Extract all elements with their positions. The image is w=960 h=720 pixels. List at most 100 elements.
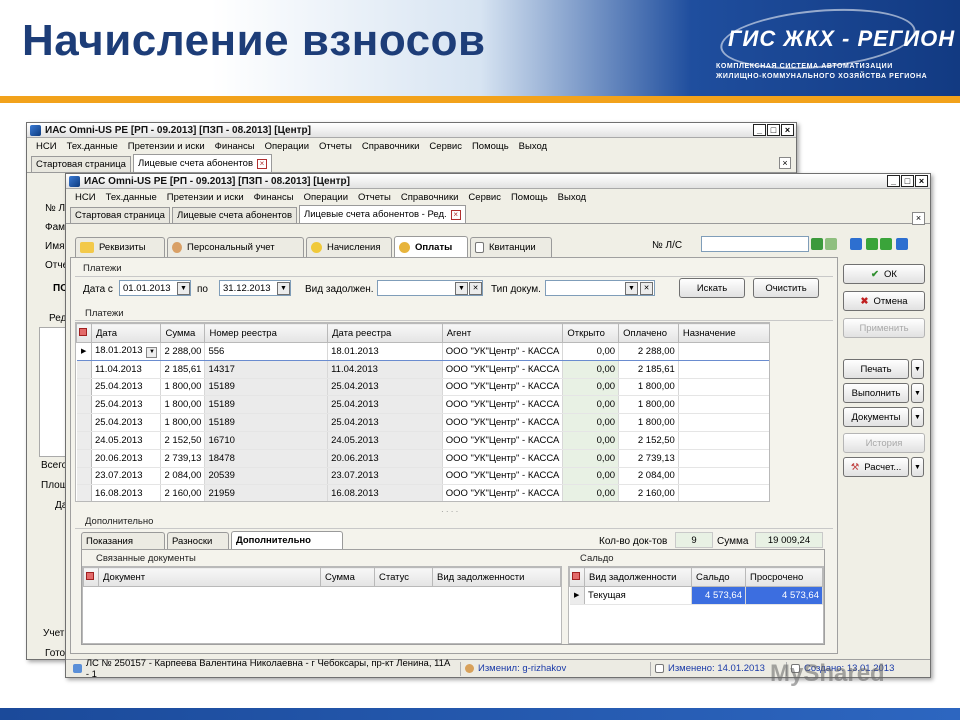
close-tab-icon[interactable]: × [450,209,461,220]
table-row[interactable]: 11.04.2013 2 185,61 14317 11.04.2013 ООО "УК… [76,360,769,379]
print-button[interactable]: Печать [843,359,909,379]
close-panel-icon[interactable]: × [912,212,925,225]
calc-dropdown[interactable]: ▼ [911,457,924,477]
menu-item-operations[interactable]: Операции [299,192,353,203]
tab-accounts[interactable]: Лицевые счета абонентов [171,207,297,223]
row-header[interactable] [76,413,92,432]
table-row[interactable]: 20.06.2013 2 739,13 18478 20.06.2013 ООО "УК… [76,449,769,468]
menu-item-reports[interactable]: Отчеты [353,192,396,203]
execute-dropdown[interactable]: ▼ [911,383,924,403]
date-from-dropdown[interactable]: ▼ [177,282,190,295]
debt-type-dropdown[interactable]: ▼ [455,282,468,295]
col-purpose[interactable]: Назначение [677,323,769,343]
menu-item-claims[interactable]: Претензии и иски [162,192,249,203]
print-dropdown[interactable]: ▼ [911,359,924,379]
subtab-requisites[interactable]: Реквизиты [75,237,165,257]
menu-item[interactable]: НСИ [31,141,62,152]
col-agent[interactable]: Агент [441,323,564,343]
menu-item-help[interactable]: Помощь [506,192,553,203]
col-status[interactable]: Статус [374,567,433,587]
row-header[interactable] [76,395,92,415]
date-dropdown-icon[interactable]: ▼ [146,346,158,358]
row-header[interactable] [76,449,92,468]
subtab-personal[interactable]: Персональный учет [167,237,304,257]
minimize-button[interactable]: _ [887,175,900,187]
col-document[interactable]: Документ [98,567,321,587]
history-button[interactable]: История [843,433,925,453]
close-tab-icon[interactable]: × [257,158,267,169]
first-record-icon[interactable] [850,238,862,250]
ok-button[interactable]: ✔ ОК [843,264,925,284]
row-header[interactable] [76,431,92,450]
menu-item-techdata[interactable]: Тех.данные [101,192,162,203]
col-saldo-debt-type[interactable]: Вид задолженности [584,567,692,587]
select-all-icon[interactable] [569,567,585,587]
last-record-icon[interactable] [896,238,908,250]
tab-readings[interactable]: Показания [81,532,165,549]
row-header[interactable] [76,360,92,379]
table-row[interactable]: 24.05.2013 2 152,50 16710 24.05.2013 ООО "УК… [76,431,769,450]
saldo-row[interactable]: ▶ Текущая 4 573,64 4 573,64 [569,586,823,605]
back-close-panel-icon[interactable]: × [779,157,791,169]
documents-dropdown[interactable]: ▼ [911,407,924,427]
tab-accounts-edit[interactable]: Лицевые счета абонентов - Ред. × [299,205,466,223]
table-row[interactable]: 25.04.2013 1 800,00 15189 25.04.2013 ООО "УК… [76,395,769,415]
calc-button[interactable]: ⚒ Расчет... [843,457,909,477]
menu-item[interactable]: Выход [514,141,552,152]
account-input[interactable] [701,236,809,252]
menu-item[interactable]: Сервис [424,141,467,152]
clear-button[interactable]: Очистить [753,278,819,298]
go-arrow-icon[interactable] [811,238,823,250]
subtab-charges[interactable]: Начисления [306,237,392,257]
col-date[interactable]: Дата [90,323,162,343]
next-record-icon[interactable] [880,238,892,250]
minimize-button[interactable]: _ [753,124,766,136]
search-button[interactable]: Искать [679,278,745,298]
subtab-payments[interactable]: Оплаты [394,236,468,257]
menu-item[interactable]: Операции [260,141,314,152]
cancel-button[interactable]: ✖ Отмена [843,291,925,311]
menu-item[interactable]: Финансы [210,141,260,152]
documents-button[interactable]: Документы [843,407,909,427]
row-header[interactable] [76,467,92,486]
row-header[interactable] [76,378,92,397]
menu-item[interactable]: Отчеты [314,141,357,152]
select-all-icon[interactable] [83,567,99,587]
tab-accounts[interactable]: Лицевые счета абонентов × [132,154,272,172]
menu-item[interactable]: Помощь [467,141,514,152]
prev-record-icon[interactable] [866,238,878,250]
menu-item-exit[interactable]: Выход [553,192,591,203]
menu-item[interactable]: Справочники [357,141,425,152]
debt-type-clear[interactable]: ✕ [469,282,482,295]
execute-button[interactable]: Выполнить [843,383,909,403]
splitter-handle[interactable]: · · · · [441,507,458,516]
close-button[interactable]: × [915,175,928,187]
maximize-button[interactable]: □ [901,175,914,187]
doc-type-select[interactable] [545,280,655,296]
col-linked-sum[interactable]: Сумма [320,567,375,587]
menu-item-finance[interactable]: Финансы [249,192,299,203]
tab-additional[interactable]: Дополнительно [231,531,343,549]
col-open[interactable]: Открыто [562,323,620,343]
tab-start-page[interactable]: Стартовая страница [31,156,131,172]
table-row[interactable]: 16.08.2013 2 160,00 21959 16.08.2013 ООО "УК… [76,484,769,501]
menu-item-references[interactable]: Справочники [396,192,464,203]
col-debt-type[interactable]: Вид задолженности [432,567,561,587]
col-sum[interactable]: Сумма [160,323,206,343]
apply-button[interactable]: Применить [843,318,925,338]
col-registry-number[interactable]: Номер реестра [204,323,329,343]
subtab-receipts[interactable]: Квитанции [470,237,552,257]
tab-postings[interactable]: Разноски [167,532,229,549]
row-pointer-icon[interactable]: ▶ [76,342,92,361]
col-overdue[interactable]: Просрочено [745,567,823,587]
select-all-icon[interactable] [76,323,92,343]
tab-start-page[interactable]: Стартовая страница [70,207,170,223]
doc-type-clear[interactable]: ✕ [640,282,653,295]
menu-item[interactable]: Тех.данные [62,141,123,152]
menu-item[interactable]: Претензии и иски [123,141,210,152]
maximize-button[interactable]: □ [767,124,780,136]
menu-item-nsi[interactable]: НСИ [70,192,101,203]
col-paid[interactable]: Оплачено [618,323,679,343]
menu-item-service[interactable]: Сервис [463,192,506,203]
col-registry-date[interactable]: Дата реестра [327,323,443,343]
